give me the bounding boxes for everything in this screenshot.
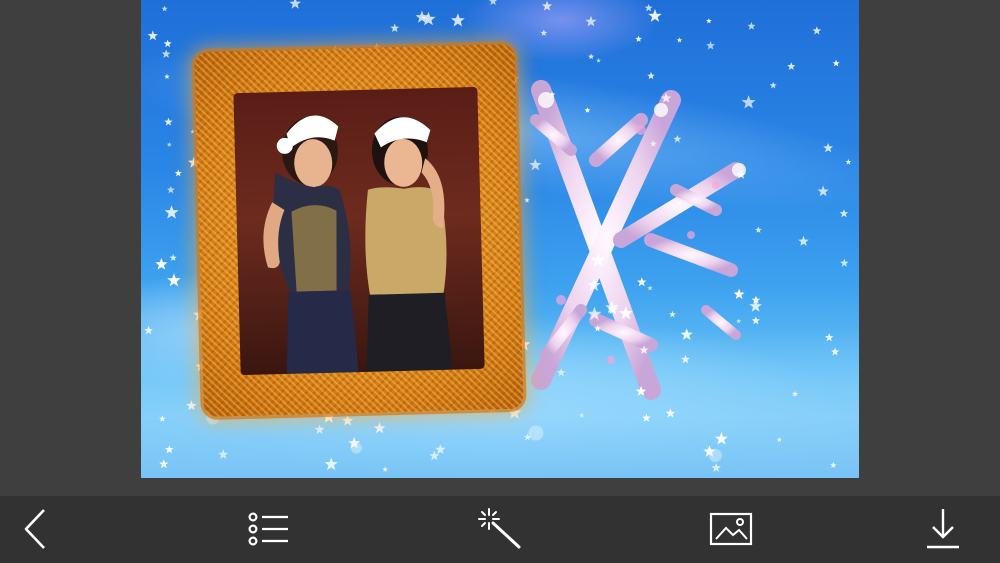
save-button[interactable] <box>918 506 968 552</box>
effects-button[interactable] <box>475 506 525 552</box>
chevron-left-icon <box>24 509 45 549</box>
back-button[interactable] <box>10 506 60 552</box>
gallery-button[interactable] <box>706 506 756 552</box>
tinsel-photo-frame[interactable] <box>194 43 524 418</box>
photo-content <box>263 115 453 374</box>
image-icon <box>709 512 753 546</box>
frame-preview-canvas <box>141 0 859 478</box>
magic-wand-icon <box>478 508 521 549</box>
frames-list-button[interactable] <box>243 506 293 552</box>
photo-frame-editor <box>0 0 1000 563</box>
download-icon <box>927 509 959 549</box>
list-icon <box>248 512 288 546</box>
user-photo[interactable] <box>233 86 485 376</box>
bottom-toolbar <box>0 496 1000 563</box>
